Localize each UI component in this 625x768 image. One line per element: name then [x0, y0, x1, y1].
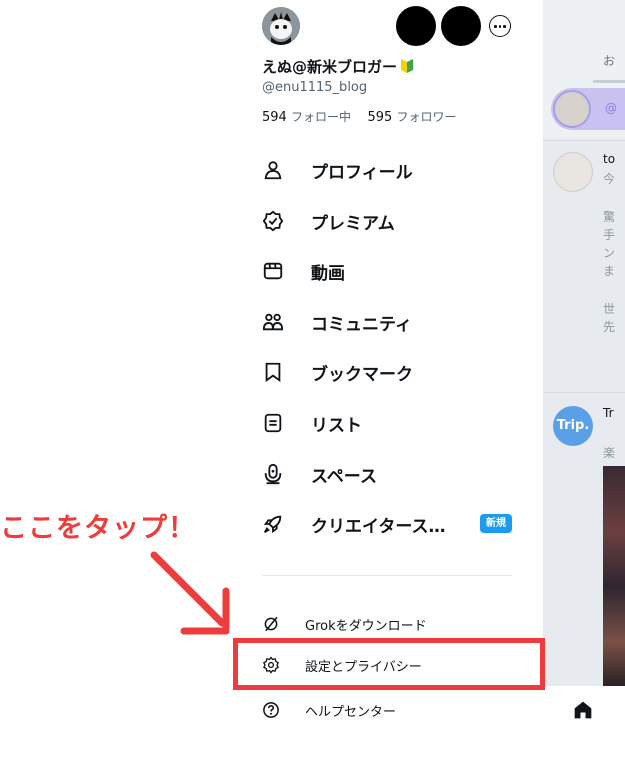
- follow-stats: 594 フォロー中 595 フォロワー: [262, 108, 457, 125]
- timeline-tab-partial: お: [603, 54, 616, 68]
- menu-label: ヘルプセンター: [305, 704, 397, 720]
- beginner-mark-icon: [401, 59, 414, 73]
- post-text-partial: 驚: [603, 210, 616, 224]
- spaces-icon: [264, 463, 282, 485]
- handle-partial: @: [605, 101, 617, 115]
- menu-item-video[interactable]: 動画: [262, 255, 512, 287]
- avatar: [553, 152, 593, 192]
- menu-item-help-center[interactable]: ヘルプセンター: [262, 696, 512, 724]
- menu-label: プレミアム: [311, 213, 395, 234]
- menu-label: クリエイタース…: [311, 516, 446, 537]
- annotation-text: ここをタップ！: [0, 513, 196, 544]
- annotation-highlight-box: [233, 638, 545, 690]
- post-text-partial: 先: [603, 320, 616, 334]
- home-icon[interactable]: [573, 700, 593, 720]
- divider: [262, 575, 512, 576]
- menu-label: プロフィール: [311, 162, 413, 183]
- post-text-partial: 今: [603, 172, 616, 186]
- post-author-partial: to: [603, 152, 616, 166]
- verified-badge-icon: [262, 210, 284, 232]
- bottom-nav: [543, 686, 625, 768]
- menu-item-communities[interactable]: コミュニティ: [262, 306, 512, 338]
- divider: [543, 392, 625, 393]
- post-text-partial: ン: [603, 246, 616, 260]
- menu-label: ブックマーク: [311, 364, 413, 385]
- profile-handle: @enu1115_blog: [262, 80, 368, 95]
- menu-item-profile[interactable]: プロフィール: [262, 154, 512, 186]
- following-label: フォロー中: [290, 110, 351, 124]
- post-text-partial: 手: [603, 228, 616, 242]
- grok-icon: [264, 616, 278, 632]
- post-text-partial: 世: [603, 302, 616, 316]
- display-name-text: えぬ@新米ブロガー: [262, 58, 398, 76]
- menu-item-bookmarks[interactable]: ブックマーク: [262, 356, 512, 388]
- post-text-partial: 楽: [603, 446, 616, 460]
- account-avatar-redacted[interactable]: [396, 6, 436, 46]
- menu-item-premium[interactable]: プレミアム: [262, 205, 512, 237]
- menu-item-creator-studio[interactable]: クリエイタース…: [262, 508, 512, 540]
- followers-count: 595: [367, 110, 393, 125]
- list-icon: [264, 413, 282, 433]
- menu-item-lists[interactable]: リスト: [262, 407, 512, 439]
- avatar: [553, 90, 591, 128]
- rocket-icon: [263, 515, 282, 534]
- more-accounts-button[interactable]: [489, 15, 511, 37]
- following-link[interactable]: 594 フォロー中: [262, 110, 351, 125]
- annotation-arrow-icon: [150, 551, 230, 635]
- profile-avatar[interactable]: [262, 7, 300, 45]
- menu-label: 動画: [311, 263, 345, 284]
- post-author-partial: Tr: [603, 406, 614, 420]
- bookmark-icon: [265, 362, 281, 383]
- followers-link[interactable]: 595 フォロワー: [368, 110, 457, 125]
- menu-label: コミュニティ: [311, 314, 412, 335]
- following-count: 594: [262, 110, 287, 125]
- account-avatar-redacted[interactable]: [441, 6, 481, 46]
- communities-icon: [262, 313, 284, 331]
- divider: [543, 140, 625, 141]
- person-icon: [264, 161, 282, 180]
- tab-indicator: [593, 80, 625, 83]
- video-icon: [263, 262, 283, 280]
- menu-item-spaces[interactable]: スペース: [262, 458, 512, 490]
- trip-avatar: Trip.: [553, 406, 593, 446]
- menu-label: Grokをダウンロード: [305, 618, 427, 634]
- new-badge: 新規: [480, 514, 512, 533]
- menu-label: スペース: [311, 466, 377, 487]
- display-name[interactable]: えぬ@新米ブロガー: [262, 56, 414, 77]
- post-text-partial: ま: [603, 264, 616, 278]
- menu-item-grok-download[interactable]: Grokをダウンロード: [262, 610, 512, 638]
- menu-label: リスト: [311, 415, 362, 436]
- followers-label: フォロワー: [396, 110, 457, 124]
- post-image: [603, 466, 625, 686]
- background-timeline: お @ to 今 驚 手 ン ま 世 先 Trip. Tr 楽: [543, 0, 625, 768]
- help-icon: [263, 702, 279, 718]
